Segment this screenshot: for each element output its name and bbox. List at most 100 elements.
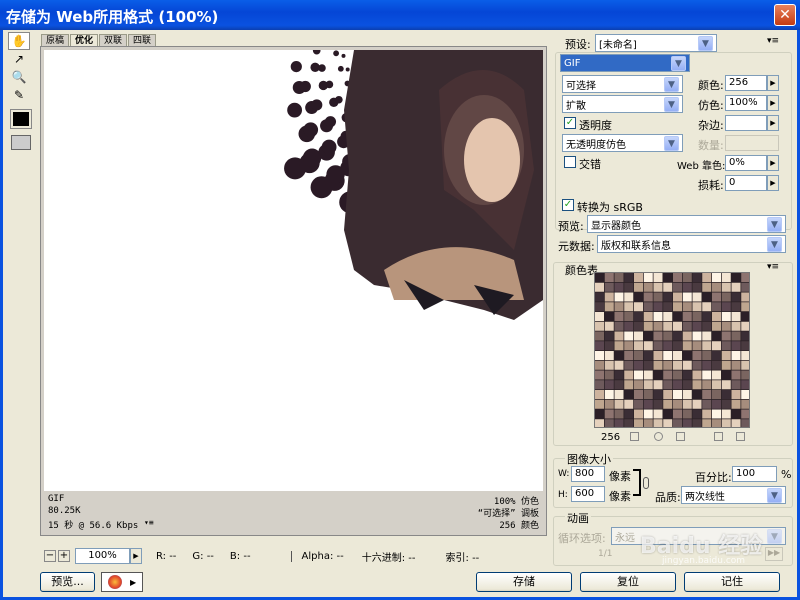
dither-algorithm-select[interactable]: 扩散 ▼ (562, 95, 683, 113)
remember-button[interactable]: 记住 (684, 572, 780, 592)
color-swatch (595, 360, 604, 370)
colors-label: 颜色: (698, 79, 724, 92)
browser-menu-arrow-icon[interactable]: ▶ (130, 578, 136, 587)
color-swatch (634, 273, 643, 282)
halftone-dot (325, 80, 334, 89)
color-swatch (604, 399, 614, 409)
status-menu-icon[interactable]: ▾≡ (144, 518, 154, 527)
save-button[interactable]: 存储 (476, 572, 572, 592)
color-swatch (673, 273, 682, 282)
metadata-select[interactable]: 版权和联系信息 ▼ (597, 235, 786, 253)
matte-menu-icon[interactable]: ▶ (767, 115, 779, 131)
lossy-menu-icon[interactable]: ▶ (767, 175, 779, 191)
hand-icon[interactable]: ✋ (8, 32, 30, 50)
web-shift-icon[interactable] (654, 432, 663, 441)
colors-menu-icon[interactable]: ▶ (767, 75, 779, 91)
color-swatch (712, 409, 721, 419)
color-swatch (653, 419, 663, 427)
color-swatch (741, 351, 749, 360)
transparency-checkbox[interactable]: ✓ (564, 117, 576, 129)
lossy-field[interactable]: 0 (725, 175, 767, 191)
link-icon[interactable] (643, 477, 649, 489)
color-swatch (682, 380, 692, 390)
web-snap-field[interactable]: 0% (725, 155, 767, 171)
zoom-in-button[interactable]: + (58, 550, 70, 562)
matte-field[interactable] (725, 115, 767, 131)
srgb-checkbox[interactable]: ✓ (562, 199, 574, 211)
color-swatch (673, 321, 682, 331)
transparency-label: 透明度 (579, 119, 612, 132)
halftone-dot (303, 122, 319, 138)
percent-field[interactable]: 100 (732, 466, 777, 482)
lock-icon[interactable] (676, 432, 685, 441)
zoom-field[interactable]: 100% (75, 548, 130, 564)
height-field[interactable]: 600 (571, 486, 605, 502)
color-swatch (595, 292, 604, 302)
browser-select[interactable]: ▶ (101, 572, 143, 592)
quality-select[interactable]: 两次线性 ▼ (681, 486, 786, 504)
preview-select[interactable]: 显示器颜色 ▼ (587, 215, 786, 233)
color-swatch (643, 321, 653, 331)
last-frame-icon: ▶▶ (765, 547, 783, 561)
zoom-icon[interactable]: 🔍 (8, 68, 30, 86)
eyedropper-icon[interactable]: ✎ (8, 86, 30, 104)
chevron-down-icon: ▼ (664, 76, 679, 92)
color-swatch (702, 312, 712, 321)
color-swatch (653, 341, 663, 351)
preview-button[interactable]: 预览... (40, 572, 95, 592)
color-swatch (673, 360, 682, 370)
color-swatch (663, 341, 673, 351)
interlaced-checkbox[interactable] (564, 156, 576, 168)
close-button[interactable]: ✕ (774, 4, 796, 26)
color-swatch (614, 351, 624, 360)
color-swatch (731, 312, 741, 321)
color-swatch (653, 399, 663, 409)
color-swatch (614, 380, 624, 390)
color-swatch (663, 282, 673, 292)
settings-menu-icon[interactable]: ▾≡ (767, 36, 779, 46)
lossy-label: 损耗: (698, 179, 724, 192)
web-snap-menu-icon[interactable]: ▶ (767, 155, 779, 171)
colors-field[interactable]: 256 (725, 75, 767, 91)
color-swatch (595, 419, 604, 427)
slice-select-icon[interactable]: ↗ (8, 50, 30, 68)
color-swatch (741, 331, 749, 341)
color-swatch (643, 409, 653, 419)
map-transparency-icon[interactable] (630, 432, 639, 441)
color-swatch (712, 331, 721, 341)
color-swatch (624, 370, 634, 380)
trash-icon[interactable] (736, 432, 745, 441)
dither-field[interactable]: 100% (725, 95, 767, 111)
color-swatch (702, 360, 712, 370)
transparency-dither-select[interactable]: 无透明度仿色 ▼ (562, 134, 683, 152)
color-swatch (721, 341, 731, 351)
color-swatch (692, 282, 702, 292)
toggle-slices-icon[interactable] (11, 135, 31, 150)
color-swatch (682, 331, 692, 341)
amount-label: 数量: (698, 139, 724, 152)
zoom-menu-button[interactable]: ▶ (130, 548, 142, 564)
color-swatch (673, 380, 682, 390)
dither-menu-icon[interactable]: ▶ (767, 95, 779, 111)
zoom-out-button[interactable]: − (44, 550, 56, 562)
color-swatch (721, 409, 731, 419)
width-field[interactable]: 800 (571, 466, 605, 482)
new-color-icon[interactable] (714, 432, 723, 441)
color-swatch (663, 292, 673, 302)
eyedropper-color-swatch[interactable] (10, 109, 32, 129)
color-swatch (663, 370, 673, 380)
reduction-select[interactable]: 可选择 ▼ (562, 75, 683, 93)
matte-label: 杂边: (698, 119, 724, 132)
reset-button[interactable]: 复位 (580, 572, 676, 592)
color-swatch (663, 321, 673, 331)
chevron-down-icon: ▼ (698, 35, 713, 51)
color-swatch (682, 321, 692, 331)
color-table-grid[interactable] (594, 272, 750, 428)
preview-canvas[interactable] (44, 50, 543, 491)
color-swatch (673, 302, 682, 312)
format-select[interactable]: GIF ▼ (560, 54, 690, 72)
color-table-menu-icon[interactable]: ▾≡ (767, 262, 779, 272)
preset-select[interactable]: [未命名] ▼ (595, 34, 717, 52)
halftone-dot (311, 99, 323, 111)
height-label: H: (558, 490, 568, 500)
